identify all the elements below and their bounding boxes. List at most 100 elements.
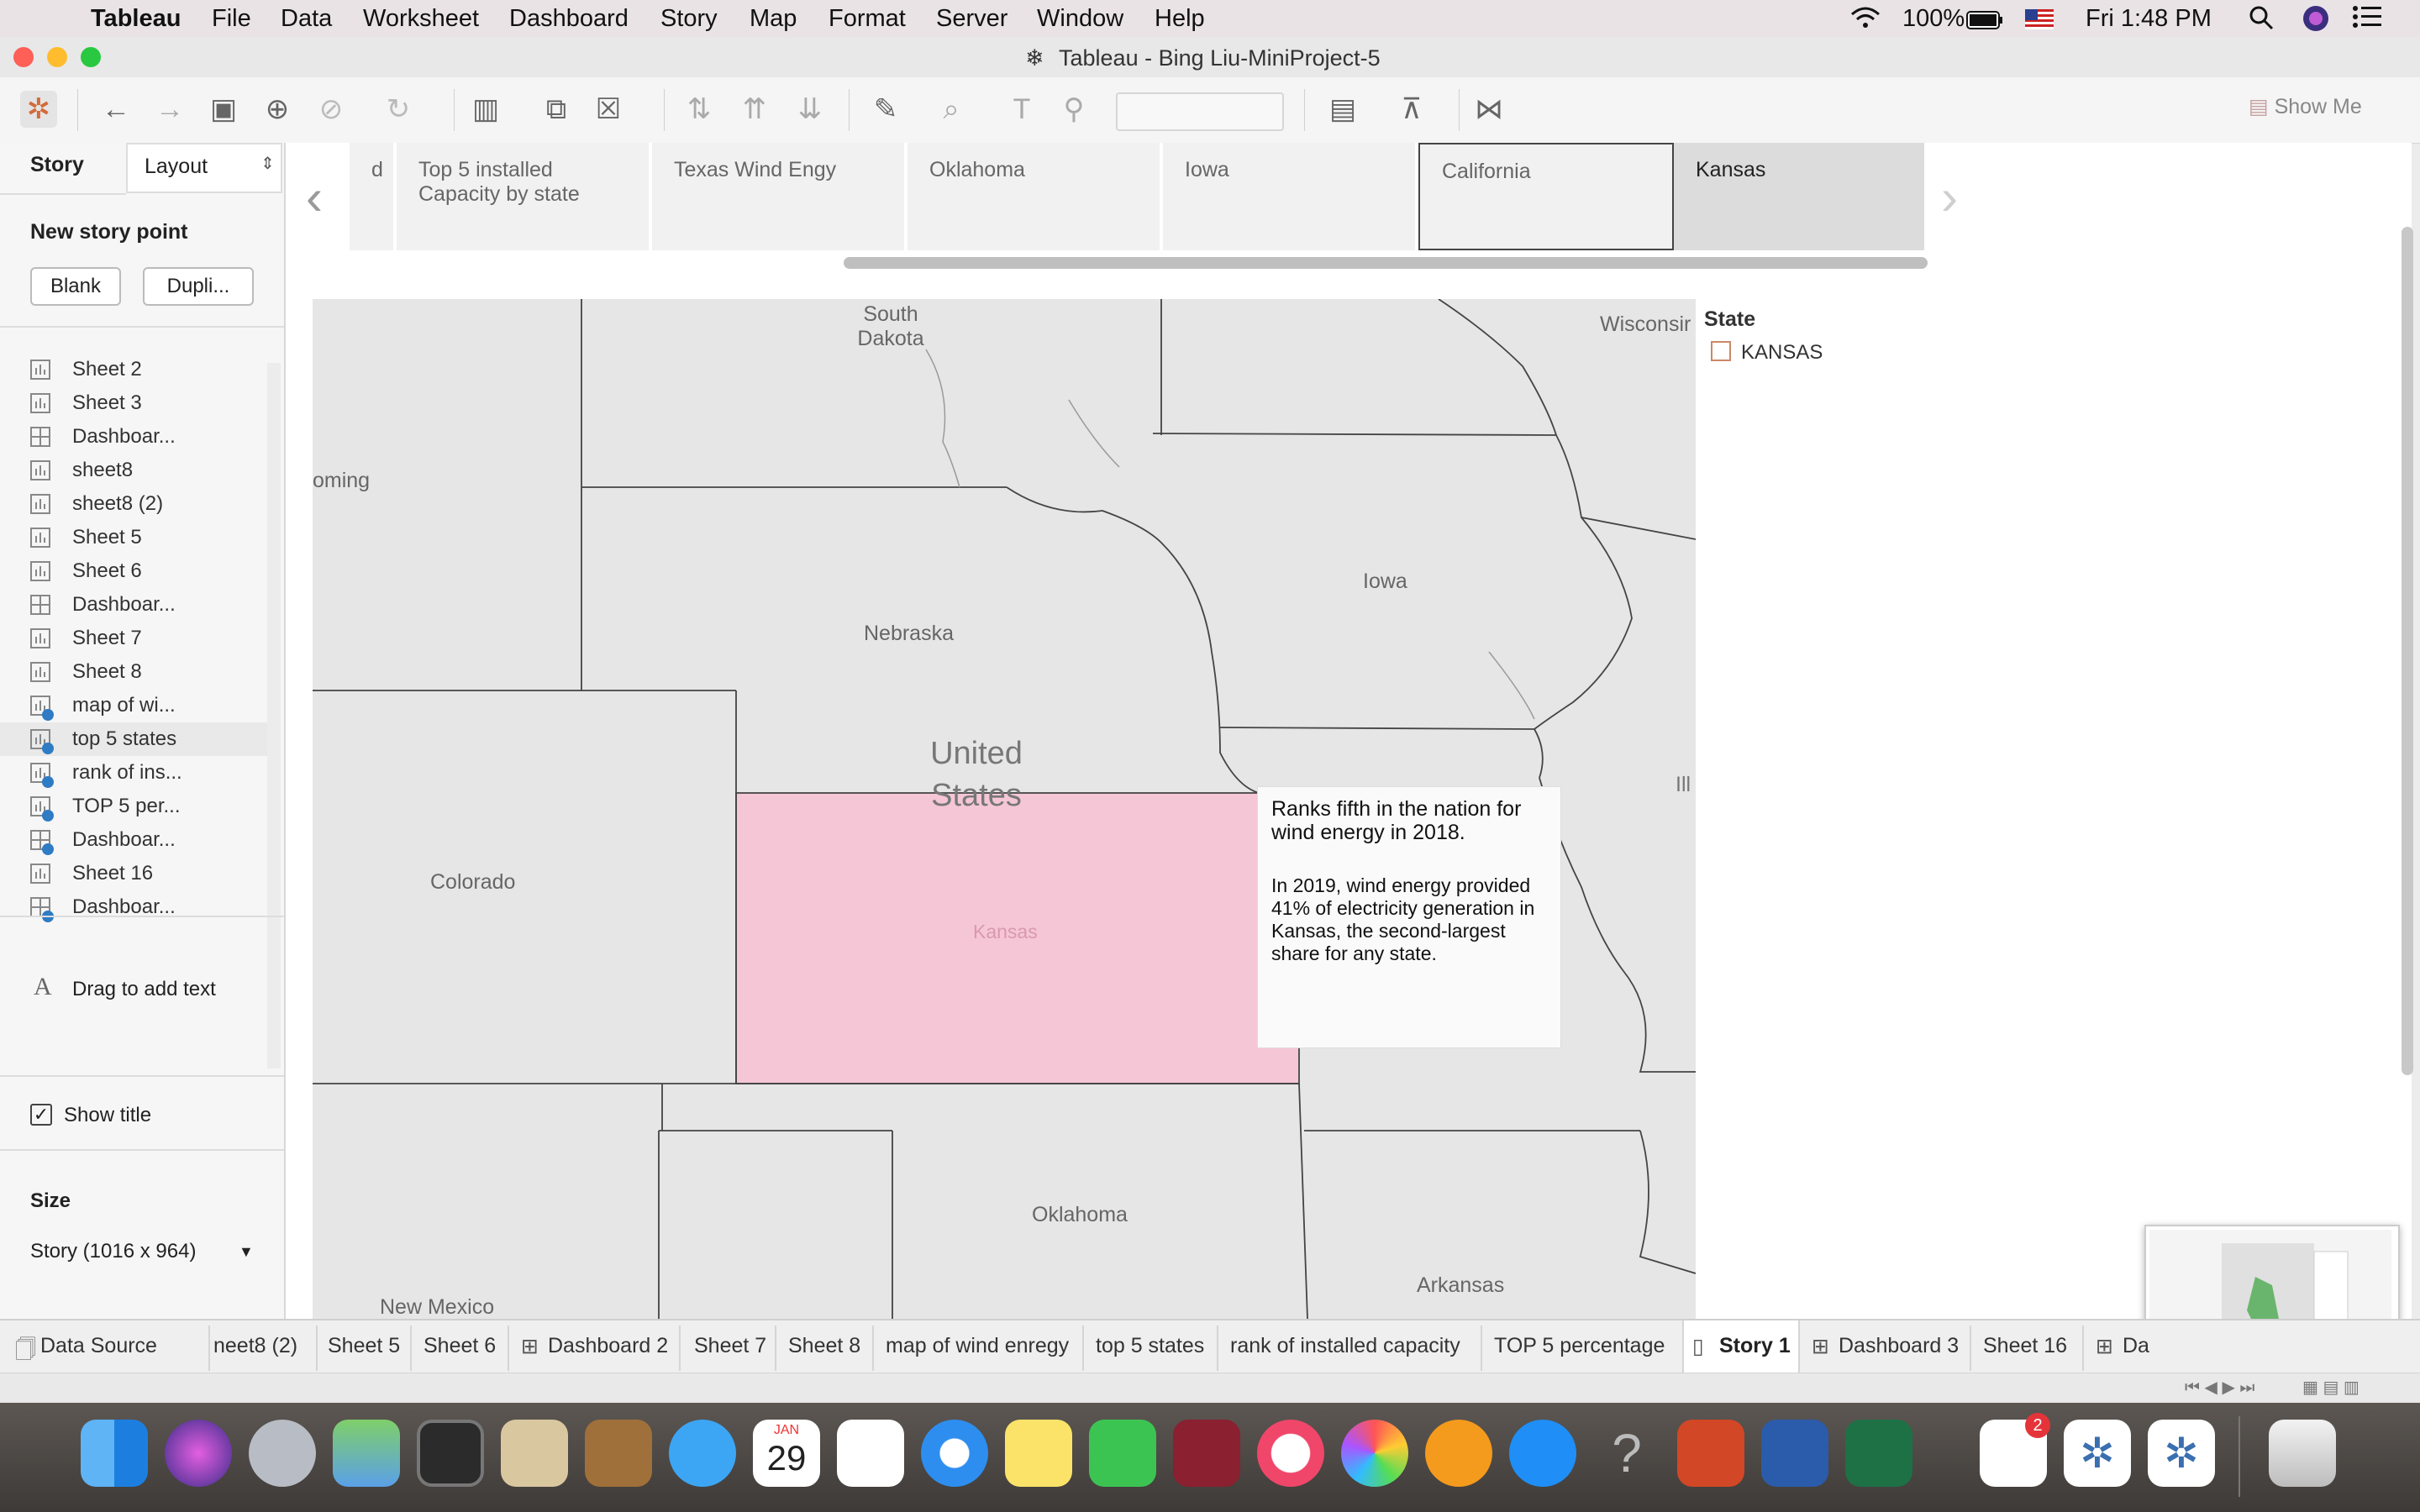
menu-worksheet[interactable]: Worksheet <box>363 5 479 33</box>
tab-sheet16[interactable]: Sheet 16 <box>1983 1334 2067 1358</box>
sort-ascending-icon[interactable]: ⇈ <box>736 91 773 128</box>
tab-sheet6[interactable]: Sheet 6 <box>424 1334 496 1358</box>
launchpad-icon[interactable] <box>249 1420 316 1487</box>
story-point-tab[interactable]: Top 5 installed Capacity by state <box>397 143 652 250</box>
tab-sheet5[interactable]: Sheet 5 <box>328 1334 400 1358</box>
notes-icon[interactable] <box>1005 1420 1072 1487</box>
tab-map-of-wind[interactable]: map of wind enregy <box>886 1334 1069 1358</box>
sort-descending-icon[interactable]: ⇊ <box>792 91 829 128</box>
app-store-icon[interactable] <box>1509 1420 1576 1487</box>
show-title-checkbox[interactable]: ✓ <box>30 1104 52 1126</box>
story-point-tab[interactable]: d <box>350 143 397 250</box>
tab-data-source[interactable]: Data Source <box>40 1334 157 1358</box>
fit-dropdown[interactable] <box>1116 92 1284 131</box>
show-cards-icon[interactable]: ▤ <box>1324 91 1361 128</box>
refresh-icon[interactable]: ↻ <box>380 91 417 128</box>
photo-booth-app-icon[interactable] <box>1173 1420 1240 1487</box>
maps-icon[interactable] <box>333 1420 400 1487</box>
sheet-list-scrollbar[interactable] <box>267 363 281 1068</box>
share-icon[interactable]: ⋈ <box>1470 91 1507 128</box>
highlight-icon[interactable]: ✎ <box>867 91 904 128</box>
sheet-list-item[interactable]: top 5 states <box>0 722 267 756</box>
menu-story[interactable]: Story <box>660 5 718 33</box>
messages-icon[interactable] <box>669 1420 736 1487</box>
tab-sheet7[interactable]: Sheet 7 <box>694 1334 766 1358</box>
swap-rows-columns-icon[interactable]: ⇅ <box>681 91 718 128</box>
slack-icon[interactable]: 2 <box>1980 1413 2050 1487</box>
trash-icon[interactable] <box>2269 1420 2336 1487</box>
menu-file[interactable]: File <box>212 5 251 33</box>
new-worksheet-icon[interactable]: ▥ <box>467 91 504 128</box>
story-point-tab[interactable]: Iowa <box>1163 143 1418 250</box>
close-window-button[interactable] <box>13 47 34 67</box>
duplicate-button[interactable]: Dupli... <box>143 267 254 306</box>
clear-sheet-icon[interactable]: ☒ <box>590 91 627 128</box>
show-me-button[interactable]: ▤ Show Me <box>2249 94 2417 128</box>
canvas-scrollbar[interactable] <box>2402 227 2413 1075</box>
reminders-icon[interactable] <box>837 1420 904 1487</box>
tab-story1-active[interactable]: ▯ Story 1 <box>1682 1320 1800 1373</box>
fix-axes-icon[interactable]: ⚲ <box>1055 91 1092 128</box>
facetime-icon[interactable] <box>1089 1420 1156 1487</box>
siri-icon[interactable] <box>2302 5 2329 39</box>
menu-dashboard[interactable]: Dashboard <box>509 5 629 33</box>
tab-rank-installed[interactable]: rank of installed capacity <box>1230 1334 1460 1358</box>
menu-app-name[interactable]: Tableau <box>91 5 181 33</box>
menubar-clock[interactable]: Fri 1:48 PM <box>2086 5 2212 33</box>
calendar-icon[interactable]: JAN 29 <box>753 1420 820 1487</box>
photo-booth-icon[interactable] <box>417 1420 484 1487</box>
books-icon[interactable] <box>1425 1420 1492 1487</box>
contacts-icon[interactable] <box>585 1420 652 1487</box>
menu-map[interactable]: Map <box>750 5 797 33</box>
finder-icon[interactable] <box>81 1420 148 1487</box>
menu-window[interactable]: Window <box>1037 5 1123 33</box>
zoom-window-button[interactable] <box>81 47 101 67</box>
tab-sheet8-2[interactable]: neet8 (2) <box>213 1334 297 1358</box>
menu-help[interactable]: Help <box>1155 5 1205 33</box>
tab-layout[interactable]: Layout ⇕ <box>126 143 282 193</box>
tab-sheet8[interactable]: Sheet 8 <box>788 1334 860 1358</box>
siri-icon[interactable] <box>165 1420 232 1487</box>
help-question-icon[interactable]: ? <box>1593 1420 1660 1487</box>
size-dropdown[interactable]: Story (1016 x 964) ▼ <box>30 1240 257 1273</box>
safari-icon[interactable] <box>921 1420 988 1487</box>
tableau-app-icon[interactable]: ✲ <box>2064 1420 2131 1487</box>
story-point-tab-active[interactable]: Kansas <box>1674 143 1928 250</box>
us-flag-icon[interactable] <box>2025 8 2054 36</box>
tableau-app-icon-2[interactable]: ✲ <box>2148 1420 2215 1487</box>
new-data-source-icon[interactable]: ⊕ <box>259 91 296 128</box>
show-mark-labels-icon[interactable]: T <box>1003 91 1040 128</box>
story-navigator-scrollbar[interactable] <box>844 257 1928 269</box>
tab-navigation-arrows[interactable]: ⏮ ◀ ▶ ⏭ <box>2185 1377 2254 1398</box>
word-icon[interactable] <box>1761 1420 1828 1487</box>
drag-to-add-text[interactable]: Drag to add text <box>72 978 216 1001</box>
undo-icon[interactable]: ← <box>97 91 134 128</box>
menu-data[interactable]: Data <box>281 5 332 33</box>
notification-center-icon[interactable] <box>2353 5 2381 35</box>
tab-top5-percentage[interactable]: TOP 5 percentage <box>1494 1334 1665 1358</box>
save-icon[interactable]: ▣ <box>205 91 242 128</box>
battery-icon[interactable] <box>1966 8 2003 36</box>
music-icon[interactable] <box>1257 1420 1324 1487</box>
story-point-tab[interactable]: California <box>1418 143 1674 250</box>
blank-button[interactable]: Blank <box>30 267 121 306</box>
tableau-logo-icon[interactable]: ✲ <box>20 91 57 128</box>
spotlight-search-icon[interactable] <box>2249 5 2274 37</box>
powerpoint-icon[interactable] <box>1677 1420 1744 1487</box>
photos-icon[interactable] <box>1341 1420 1408 1487</box>
story-prev-arrow[interactable]: ‹ <box>306 168 323 226</box>
tab-dashboard3[interactable]: Dashboard 3 <box>1839 1334 1959 1358</box>
tab-dashboard2[interactable]: Dashboard 2 <box>548 1334 668 1358</box>
minimize-window-button[interactable] <box>47 47 67 67</box>
view-mode-icons[interactable]: ▦ ▤ ▥ <box>2302 1377 2360 1398</box>
mail-icon[interactable] <box>501 1420 568 1487</box>
menu-format[interactable]: Format <box>829 5 906 33</box>
tab-top-5-states[interactable]: top 5 states <box>1096 1334 1204 1358</box>
group-members-icon[interactable]: ⌕ <box>933 91 970 128</box>
wifi-icon[interactable] <box>1849 5 1882 37</box>
excel-icon[interactable] <box>1845 1420 1912 1487</box>
presentation-mode-icon[interactable]: ⊼ <box>1393 91 1430 128</box>
menu-server[interactable]: Server <box>936 5 1007 33</box>
pause-updates-icon[interactable]: ⊘ <box>313 91 350 128</box>
tab-story[interactable]: Story <box>0 143 126 195</box>
